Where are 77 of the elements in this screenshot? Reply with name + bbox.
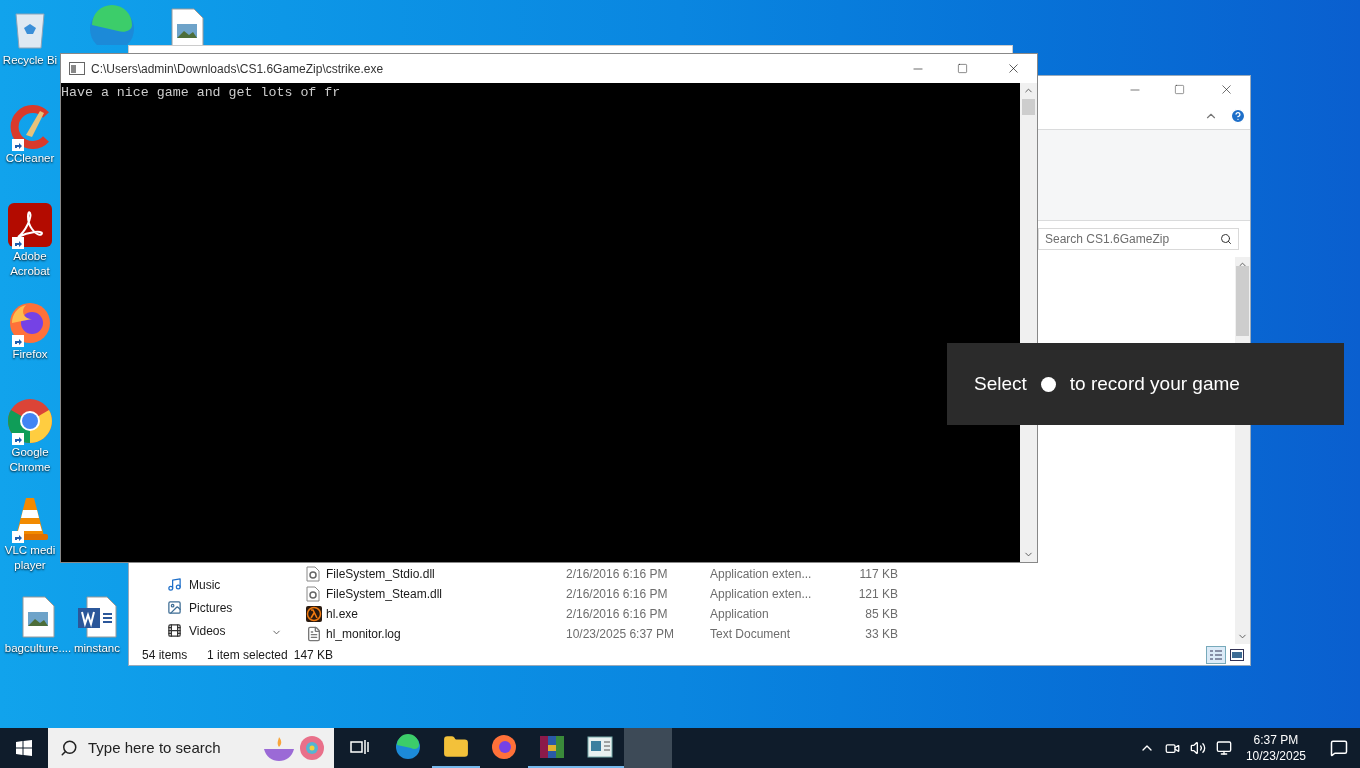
network-icon[interactable] xyxy=(1215,740,1232,756)
file-name: hl_monitor.log xyxy=(326,626,402,643)
file-date: 2/16/2016 6:16 PM xyxy=(566,586,669,603)
window-app-icon xyxy=(587,736,613,758)
desktop-icon-label[interactable]: Chrome xyxy=(9,460,51,475)
nav-item[interactable]: Videos xyxy=(167,619,269,642)
desktop-icon-label[interactable]: player xyxy=(14,558,46,573)
text-file-icon xyxy=(306,626,322,642)
picture-icon xyxy=(167,600,182,615)
file-row[interactable]: FileSystem_Stdio.dll 2/16/2016 6:16 PM Application exten... 117 KB xyxy=(306,564,1235,584)
nav-item[interactable]: Music xyxy=(167,573,269,596)
file-date: 10/23/2025 6:37 PM xyxy=(566,626,676,643)
notification-icon[interactable] xyxy=(1330,739,1348,757)
file-date: 2/16/2016 6:16 PM xyxy=(566,606,669,623)
help-icon[interactable] xyxy=(1230,108,1246,124)
desktop-icon-label[interactable]: VLC medi xyxy=(4,543,56,558)
file-type: Application exten... xyxy=(710,586,813,603)
lamp-drawing xyxy=(262,733,326,763)
file-type: Application xyxy=(710,606,770,623)
search-field[interactable]: Search CS1.6GameZip xyxy=(1038,228,1239,250)
word-document-icon xyxy=(77,596,117,638)
search-input[interactable]: Type here to search xyxy=(88,736,262,760)
console-output: Have a nice game and get lots of fr xyxy=(61,85,342,101)
preview-view-icon[interactable] xyxy=(1230,648,1244,661)
file-row[interactable]: hl_monitor.log 10/23/2025 6:37 PM Text Document 33 KB xyxy=(306,624,1235,644)
console-icon xyxy=(69,62,85,75)
desktop-icon-label[interactable]: minstanc xyxy=(74,641,120,656)
file-row[interactable]: hl.exe 2/16/2016 6:16 PM Application 85 KB xyxy=(306,604,1235,624)
file-size: 121 KB xyxy=(857,586,898,603)
desktop-icon-label[interactable]: bagculture.... xyxy=(4,641,72,656)
toast-text: to record your game xyxy=(1069,371,1240,396)
details-view-icon xyxy=(1209,648,1223,661)
file-name: FileSystem_Stdio.dll xyxy=(326,566,436,583)
desktop-icon-label[interactable]: Acrobat xyxy=(10,264,50,279)
file-type: Text Document xyxy=(710,626,792,643)
gear-file-icon xyxy=(306,586,320,602)
file-type: Application exten... xyxy=(710,566,813,583)
windows-logo-icon xyxy=(16,740,32,756)
ccleaner-icon xyxy=(8,105,52,149)
maximize-icon[interactable] xyxy=(957,63,968,74)
search-icon xyxy=(1220,233,1232,245)
file-row[interactable]: FileSystem_Steam.dll 2/16/2016 6:16 PM Application exten... 121 KB xyxy=(306,584,1235,604)
archive-books-icon xyxy=(539,734,565,760)
close-icon[interactable] xyxy=(1219,82,1234,97)
speaker-icon[interactable] xyxy=(1189,740,1206,756)
acrobat-icon xyxy=(8,203,52,247)
scroll-thumb[interactable] xyxy=(1236,265,1249,336)
file-name: hl.exe xyxy=(326,606,360,623)
chrome-icon xyxy=(7,398,53,444)
music-note-icon xyxy=(167,577,182,592)
scroll-thumb[interactable] xyxy=(1022,99,1035,115)
desktop-icon-label[interactable]: Firefox xyxy=(12,347,48,362)
file-size: 85 KB xyxy=(864,606,898,623)
gear-file-icon xyxy=(306,566,320,582)
file-size: 33 KB xyxy=(864,626,898,643)
desktop-icon-label[interactable]: Adobe xyxy=(13,249,47,264)
film-icon xyxy=(167,623,182,638)
task-view-icon xyxy=(350,738,370,756)
selection-count: 1 item selected xyxy=(207,646,288,664)
toast-text: Select xyxy=(974,371,1027,396)
nav-item[interactable]: Pictures xyxy=(167,596,269,619)
close-icon[interactable] xyxy=(1006,61,1021,76)
file-name: FileSystem_Steam.dll xyxy=(326,586,444,603)
lambda-icon xyxy=(306,606,322,622)
folder-icon xyxy=(443,734,469,760)
desktop-icon-label[interactable]: Google xyxy=(11,445,49,460)
taskbar-clock[interactable]: 6:37 PM 10/23/2025 xyxy=(1241,732,1310,764)
file-date: 2/16/2016 6:16 PM xyxy=(566,566,669,583)
search-icon xyxy=(60,739,78,757)
window-title: C:\Users\admin\Downloads\CS1.6GameZip\cstrike.exe xyxy=(91,60,384,78)
desktop-icon-label[interactable]: Recycle Bi xyxy=(2,53,58,68)
desktop-icon-label[interactable]: CCleaner xyxy=(5,151,55,166)
item-count: 54 items xyxy=(142,646,189,664)
selection-size: 147 KB xyxy=(293,646,334,664)
file-size: 117 KB xyxy=(858,566,898,583)
taskbar-search-field[interactable]: Type here to search xyxy=(48,728,334,768)
image-file-icon xyxy=(21,596,55,638)
